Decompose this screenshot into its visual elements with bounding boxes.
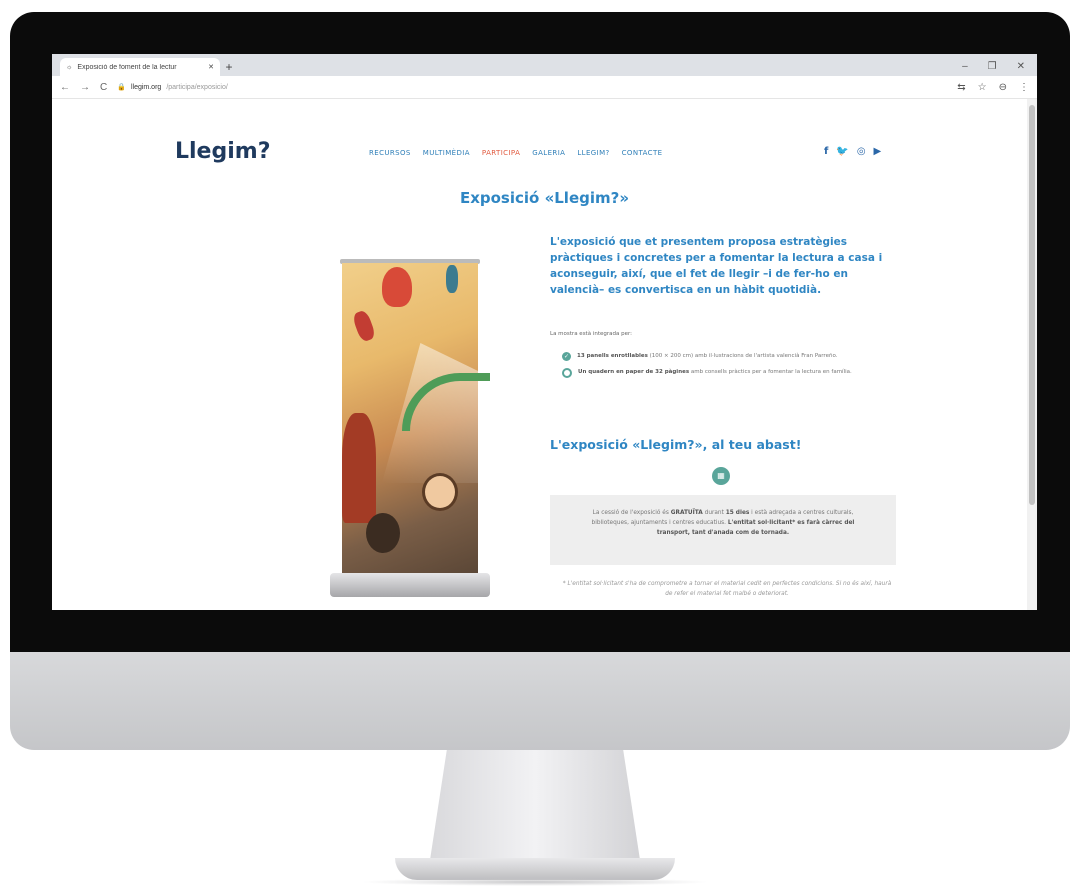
- banner-base: [330, 573, 490, 597]
- toolbar-actions: ⇆ ☆ ⊖ ⋮: [957, 82, 1029, 93]
- new-tab-button[interactable]: +: [220, 60, 238, 74]
- instagram-icon[interactable]: ◎: [857, 146, 866, 157]
- screen: ☼ Exposició de foment de la lectur ✕ + –…: [52, 54, 1037, 610]
- site-logo[interactable]: Llegim?: [175, 139, 270, 164]
- tab-bar: ☼ Exposició de foment de la lectur ✕ + –…: [52, 54, 1037, 76]
- close-window-icon[interactable]: ✕: [1017, 61, 1025, 72]
- nav-participa[interactable]: PARTICIPA: [482, 149, 520, 157]
- nav-multimedia[interactable]: MULTIMÈDIA: [423, 149, 470, 157]
- forward-icon[interactable]: →: [80, 82, 90, 93]
- monitor-foot: [395, 858, 675, 880]
- nav-contacte[interactable]: CONTACTE: [622, 149, 663, 157]
- main-nav: RECURSOS MULTIMÈDIA PARTICIPA GALERIA LL…: [369, 149, 662, 157]
- page-title: Exposició «Llegim?»: [459, 189, 630, 207]
- item-text: (100 × 200 cm) amb il·lustracions de l'a…: [647, 353, 838, 359]
- info-box: La cessió de l'exposició és GRATUÏTA dur…: [550, 495, 896, 565]
- restore-icon[interactable]: ❐: [988, 61, 997, 72]
- youtube-icon[interactable]: ▶: [874, 146, 882, 157]
- bookmark-star-icon[interactable]: ☆: [978, 82, 987, 93]
- profile-icon[interactable]: ⊖: [999, 82, 1007, 93]
- window-controls: – ❐ ✕: [962, 61, 1037, 72]
- lock-icon: 🔒: [117, 84, 126, 91]
- social-links: f 🐦 ◎ ▶: [824, 146, 881, 157]
- item-text: amb consells pràctics per a fomentar la …: [689, 369, 852, 375]
- calendar-icon: ▦: [712, 467, 730, 485]
- scrollbar[interactable]: [1027, 99, 1037, 610]
- nav-recursos[interactable]: RECURSOS: [369, 149, 411, 157]
- url-domain: llegim.org: [130, 83, 162, 91]
- twitter-icon[interactable]: 🐦: [836, 146, 848, 157]
- menu-icon[interactable]: ⋮: [1019, 82, 1029, 93]
- tab-title: Exposició de foment de la lectur: [77, 63, 177, 71]
- rollup-banner-image: [330, 259, 490, 599]
- reload-icon[interactable]: C: [100, 82, 107, 93]
- info-text: La cessió de l'exposició és GRATUÏTA dur…: [591, 510, 855, 536]
- banner-illustration: [342, 263, 490, 575]
- monitor-stand: [430, 750, 640, 860]
- check-icon: ✓: [562, 352, 571, 361]
- url-path: /participa/exposicio/: [166, 83, 228, 91]
- footnote: * L'entitat sol·licitant s'ha de comprom…: [562, 581, 892, 597]
- list-item: Un quadern en paper de 32 pàgines amb co…: [562, 368, 902, 378]
- browser-toolbar: ← → C 🔒 llegim.org/participa/exposicio/ …: [52, 76, 1037, 99]
- monitor-chin: [10, 652, 1070, 750]
- mostra-label: La mostra està integrada per:: [550, 331, 633, 337]
- webpage: Llegim? RECURSOS MULTIMÈDIA PARTICIPA GA…: [52, 99, 1037, 610]
- stand-shadow: [360, 878, 710, 886]
- back-icon[interactable]: ←: [60, 82, 70, 93]
- scroll-thumb[interactable]: [1029, 105, 1035, 505]
- exhibit-list: ✓ 13 panells enrotllables (100 × 200 cm)…: [562, 352, 902, 385]
- favicon-icon: ☼: [66, 63, 73, 71]
- close-tab-icon[interactable]: ✕: [208, 63, 214, 71]
- facebook-icon[interactable]: f: [824, 146, 828, 157]
- nav-llegim[interactable]: LLEGIM?: [577, 149, 609, 157]
- section-title: L'exposició «Llegim?», al teu abast!: [550, 437, 802, 452]
- translate-icon[interactable]: ⇆: [957, 82, 965, 93]
- address-bar[interactable]: 🔒 llegim.org/participa/exposicio/: [117, 80, 947, 94]
- item-bold: Un quadern en paper de 32 pàgines: [578, 369, 690, 375]
- intro-text: L'exposició que et presentem proposa est…: [550, 236, 883, 296]
- list-item: ✓ 13 panells enrotllables (100 × 200 cm)…: [562, 352, 902, 361]
- circle-icon: [562, 368, 572, 378]
- nav-galeria[interactable]: GALERIA: [532, 149, 565, 157]
- browser-tab[interactable]: ☼ Exposició de foment de la lectur ✕: [60, 58, 220, 76]
- item-bold: 13 panells enrotllables: [577, 353, 648, 359]
- minimize-icon[interactable]: –: [962, 61, 968, 72]
